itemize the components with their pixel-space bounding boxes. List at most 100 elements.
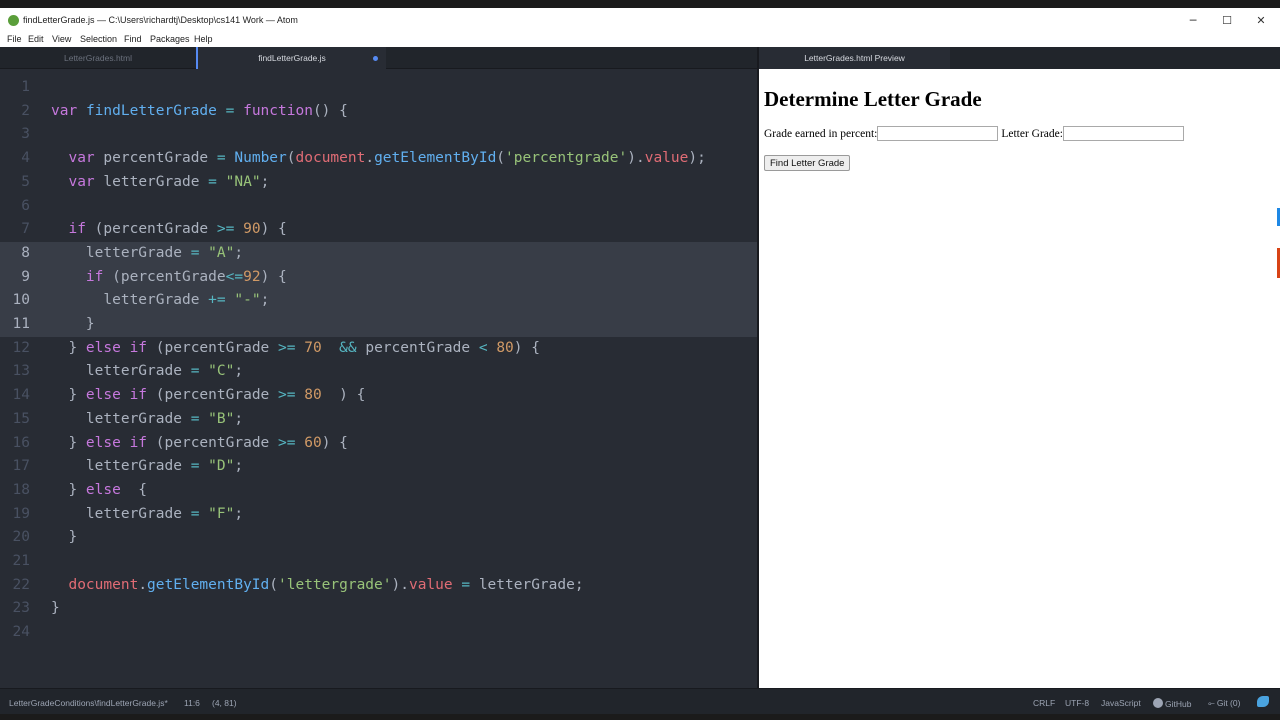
code-text[interactable]: letterGrade = "C"; xyxy=(51,360,243,384)
code-text[interactable]: } else if (percentGrade >= 70 && percent… xyxy=(51,337,540,361)
line-number[interactable]: 7 xyxy=(0,218,30,242)
code-text[interactable]: letterGrade += "-"; xyxy=(51,289,269,313)
menu-packages[interactable]: Packages xyxy=(150,34,190,44)
line-number[interactable]: 5 xyxy=(0,171,30,195)
code-line[interactable]: 15 letterGrade = "B"; xyxy=(0,408,758,432)
code-line[interactable]: 12 } else if (percentGrade >= 70 && perc… xyxy=(0,337,758,361)
tab-lettergrades-html[interactable]: LetterGrades.html xyxy=(0,47,196,69)
maximize-button[interactable]: ☐ xyxy=(1210,8,1244,32)
code-line[interactable]: 6 xyxy=(0,195,758,219)
status-file-path[interactable]: LetterGradeConditions\findLetterGrade.js… xyxy=(9,698,168,708)
line-number[interactable]: 2 xyxy=(0,100,30,124)
letter-grade-label: Letter Grade: xyxy=(1001,127,1063,140)
code-text[interactable]: letterGrade = "A"; xyxy=(51,242,243,266)
line-number[interactable]: 11 xyxy=(0,313,30,337)
code-line[interactable]: 19 letterGrade = "F"; xyxy=(0,503,758,527)
menu-view[interactable]: View xyxy=(52,34,71,44)
line-number[interactable]: 23 xyxy=(0,597,30,621)
line-number[interactable]: 10 xyxy=(0,289,30,313)
line-number[interactable]: 8 xyxy=(0,242,30,266)
code-line[interactable]: 8 letterGrade = "A"; xyxy=(0,241,758,266)
menu-find[interactable]: Find xyxy=(124,34,142,44)
code-text[interactable]: letterGrade = "B"; xyxy=(51,408,243,432)
line-number[interactable]: 19 xyxy=(0,503,30,527)
code-line[interactable]: 3 xyxy=(0,123,758,147)
status-selection-count[interactable]: (4, 81) xyxy=(212,698,237,708)
github-icon xyxy=(1153,698,1163,708)
menu-file[interactable]: File xyxy=(7,34,22,44)
line-number[interactable]: 21 xyxy=(0,550,30,574)
code-line[interactable]: 5 var letterGrade = "NA"; xyxy=(0,171,758,195)
status-git[interactable]: ⟜ Git (0) xyxy=(1208,698,1240,709)
code-line[interactable]: 10 letterGrade += "-"; xyxy=(0,289,758,313)
code-text[interactable]: } xyxy=(51,526,77,550)
feedback-bird-icon[interactable] xyxy=(1257,696,1269,707)
line-number[interactable]: 13 xyxy=(0,360,30,384)
line-number[interactable]: 1 xyxy=(0,76,30,100)
line-number[interactable]: 16 xyxy=(0,432,30,456)
line-number[interactable]: 24 xyxy=(0,621,30,645)
code-line[interactable]: 14 } else if (percentGrade >= 80 ) { xyxy=(0,384,758,408)
code-line[interactable]: 24 xyxy=(0,621,758,645)
percentgrade-input[interactable] xyxy=(877,126,999,141)
code-line[interactable]: 21 xyxy=(0,550,758,574)
tab-label: findLetterGrade.js xyxy=(258,53,326,63)
code-line[interactable]: 11 } xyxy=(0,313,758,337)
menu-edit[interactable]: Edit xyxy=(28,34,44,44)
lettergrade-input[interactable] xyxy=(1062,126,1184,141)
line-number[interactable]: 18 xyxy=(0,479,30,503)
code-line[interactable]: 7 if (percentGrade >= 90) { xyxy=(0,218,758,242)
minimize-button[interactable]: ─ xyxy=(1176,8,1210,32)
code-line[interactable]: 23} xyxy=(0,597,758,621)
find-letter-grade-button[interactable]: Find Letter Grade xyxy=(764,155,851,171)
code-line[interactable]: 4 var percentGrade = Number(document.get… xyxy=(0,147,758,171)
code-line[interactable]: 22 document.getElementById('lettergrade'… xyxy=(0,574,758,598)
code-line[interactable]: 9 if (percentGrade<=92) { xyxy=(0,265,758,290)
line-number[interactable]: 4 xyxy=(0,147,30,171)
code-line[interactable]: 20 } xyxy=(0,526,758,550)
code-text[interactable]: } else { xyxy=(51,479,147,503)
tab-preview[interactable]: LetterGrades.html Preview xyxy=(759,47,950,69)
code-line[interactable]: 13 letterGrade = "C"; xyxy=(0,360,758,384)
code-line[interactable]: 16 } else if (percentGrade >= 60) { xyxy=(0,432,758,456)
code-line[interactable]: 17 letterGrade = "D"; xyxy=(0,455,758,479)
modified-dot-icon[interactable] xyxy=(373,56,378,61)
code-text[interactable]: if (percentGrade<=92) { xyxy=(51,266,287,290)
status-github[interactable]: GitHub xyxy=(1153,698,1191,709)
line-number[interactable]: 9 xyxy=(0,266,30,290)
menu-bar: File Edit View Selection Find Packages H… xyxy=(0,32,1280,47)
code-text[interactable]: } else if (percentGrade >= 80 ) { xyxy=(51,384,365,408)
menu-selection[interactable]: Selection xyxy=(80,34,117,44)
code-text[interactable]: var letterGrade = "NA"; xyxy=(51,171,269,195)
tab-findlettergrade-js[interactable]: findLetterGrade.js xyxy=(196,47,386,69)
status-line-ending[interactable]: CRLF xyxy=(1033,698,1055,708)
line-number[interactable]: 15 xyxy=(0,408,30,432)
code-text[interactable]: if (percentGrade >= 90) { xyxy=(51,218,286,242)
preview-tab-bar xyxy=(950,47,1280,69)
line-number[interactable]: 14 xyxy=(0,384,30,408)
code-text[interactable]: } else if (percentGrade >= 60) { xyxy=(51,432,347,456)
line-number[interactable]: 20 xyxy=(0,526,30,550)
code-text[interactable]: var percentGrade = Number(document.getEl… xyxy=(51,147,705,171)
status-encoding[interactable]: UTF-8 xyxy=(1065,698,1089,708)
code-text[interactable]: letterGrade = "D"; xyxy=(51,455,243,479)
code-text[interactable]: } xyxy=(51,313,95,337)
line-number[interactable]: 22 xyxy=(0,574,30,598)
close-button[interactable]: ✕ xyxy=(1244,8,1278,32)
line-number[interactable]: 6 xyxy=(0,195,30,219)
code-line[interactable]: 18 } else { xyxy=(0,479,758,503)
line-number[interactable]: 12 xyxy=(0,337,30,361)
code-text[interactable]: } xyxy=(51,597,60,621)
code-text[interactable]: letterGrade = "F"; xyxy=(51,503,243,527)
code-text[interactable]: document.getElementById('lettergrade').v… xyxy=(51,574,583,598)
page-heading: Determine Letter Grade xyxy=(764,87,982,111)
menu-help[interactable]: Help xyxy=(194,34,213,44)
line-number[interactable]: 3 xyxy=(0,123,30,147)
status-grammar[interactable]: JavaScript xyxy=(1101,698,1141,708)
code-line[interactable]: 2 var findLetterGrade = function() { xyxy=(0,100,758,124)
code-text[interactable]: var findLetterGrade = function() { xyxy=(51,100,348,124)
code-editor[interactable]: 1 2 var findLetterGrade = function() { 3 4 v… xyxy=(0,69,758,688)
status-cursor-position[interactable]: 11:6 xyxy=(184,698,200,708)
code-line[interactable]: 1 xyxy=(0,76,758,100)
line-number[interactable]: 17 xyxy=(0,455,30,479)
